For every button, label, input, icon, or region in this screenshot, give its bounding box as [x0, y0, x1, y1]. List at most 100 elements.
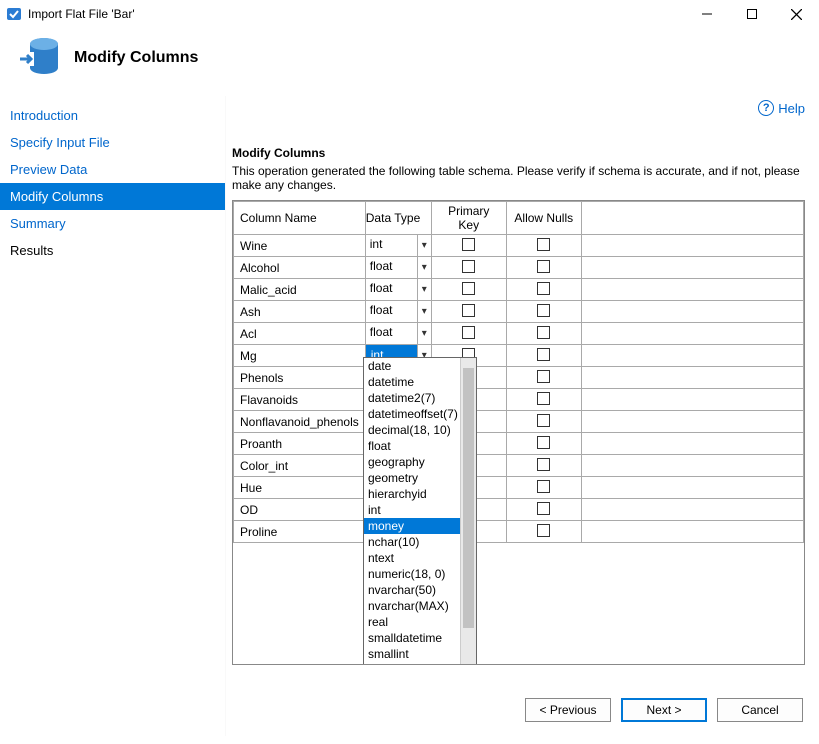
allow-nulls-checkbox[interactable] [537, 326, 550, 339]
sidebar-item-introduction[interactable]: Introduction [0, 102, 225, 129]
dropdown-option[interactable]: datetime2(7) [364, 390, 460, 406]
sidebar-item-summary[interactable]: Summary [0, 210, 225, 237]
sidebar-item-specify-input-file[interactable]: Specify Input File [0, 129, 225, 156]
allow-nulls-checkbox[interactable] [537, 238, 550, 251]
close-button[interactable] [774, 0, 819, 28]
column-name-cell[interactable]: Flavanoids [234, 389, 366, 411]
column-name-cell[interactable]: Wine [234, 235, 366, 257]
column-name-cell[interactable]: Mg [234, 345, 366, 367]
chevron-down-icon[interactable]: ▾ [417, 235, 431, 256]
allow-nulls-cell[interactable] [506, 367, 581, 389]
chevron-down-icon[interactable]: ▾ [417, 257, 431, 278]
dropdown-option[interactable]: hierarchyid [364, 486, 460, 502]
allow-nulls-cell[interactable] [506, 477, 581, 499]
data-type-combo[interactable]: float▾ [366, 323, 431, 344]
allow-nulls-checkbox[interactable] [537, 502, 550, 515]
data-type-cell[interactable]: float▾ [365, 279, 431, 301]
allow-nulls-cell[interactable] [506, 235, 581, 257]
primary-key-checkbox[interactable] [462, 238, 475, 251]
allow-nulls-checkbox[interactable] [537, 414, 550, 427]
data-type-cell[interactable]: float▾ [365, 301, 431, 323]
allow-nulls-cell[interactable] [506, 433, 581, 455]
allow-nulls-checkbox[interactable] [537, 304, 550, 317]
column-name-cell[interactable]: Nonflavanoid_phenols [234, 411, 366, 433]
allow-nulls-checkbox[interactable] [537, 458, 550, 471]
data-type-combo[interactable]: float▾ [366, 301, 431, 322]
allow-nulls-checkbox[interactable] [537, 436, 550, 449]
chevron-down-icon[interactable]: ▾ [417, 301, 431, 322]
allow-nulls-cell[interactable] [506, 345, 581, 367]
column-name-cell[interactable]: Ash [234, 301, 366, 323]
allow-nulls-checkbox[interactable] [537, 392, 550, 405]
allow-nulls-cell[interactable] [506, 499, 581, 521]
next-button[interactable]: Next > [621, 698, 707, 722]
column-name-cell[interactable]: OD [234, 499, 366, 521]
dropdown-option[interactable]: geometry [364, 470, 460, 486]
allow-nulls-cell[interactable] [506, 389, 581, 411]
previous-button[interactable]: < Previous [525, 698, 611, 722]
primary-key-checkbox[interactable] [462, 282, 475, 295]
column-name-cell[interactable]: Hue [234, 477, 366, 499]
primary-key-cell[interactable] [431, 301, 506, 323]
allow-nulls-checkbox[interactable] [537, 282, 550, 295]
dropdown-option[interactable]: smalldatetime [364, 630, 460, 646]
allow-nulls-cell[interactable] [506, 257, 581, 279]
dropdown-option[interactable]: smallint [364, 646, 460, 662]
column-name-cell[interactable]: Color_int [234, 455, 366, 477]
help-link[interactable]: ? Help [758, 100, 805, 116]
allow-nulls-checkbox[interactable] [537, 260, 550, 273]
allow-nulls-cell[interactable] [506, 521, 581, 543]
sidebar-item-preview-data[interactable]: Preview Data [0, 156, 225, 183]
column-name-cell[interactable]: Proline [234, 521, 366, 543]
allow-nulls-checkbox[interactable] [537, 348, 550, 361]
column-name-cell[interactable]: Alcohol [234, 257, 366, 279]
data-type-combo[interactable]: int▾ [366, 235, 431, 256]
dropdown-option[interactable]: datetime [364, 374, 460, 390]
dropdown-scroll-thumb[interactable] [463, 368, 474, 628]
primary-key-cell[interactable] [431, 323, 506, 345]
allow-nulls-checkbox[interactable] [537, 480, 550, 493]
column-name-cell[interactable]: Malic_acid [234, 279, 366, 301]
dropdown-option[interactable]: int [364, 502, 460, 518]
primary-key-checkbox[interactable] [462, 304, 475, 317]
dropdown-option[interactable]: nvarchar(50) [364, 582, 460, 598]
allow-nulls-cell[interactable] [506, 323, 581, 345]
allow-nulls-cell[interactable] [506, 455, 581, 477]
datatype-dropdown[interactable]: datedatetimedatetime2(7)datetimeoffset(7… [363, 357, 477, 665]
column-name-cell[interactable]: Phenols [234, 367, 366, 389]
minimize-button[interactable] [684, 0, 729, 28]
maximize-button[interactable] [729, 0, 774, 28]
cancel-button[interactable]: Cancel [717, 698, 803, 722]
dropdown-option[interactable]: float [364, 438, 460, 454]
allow-nulls-checkbox[interactable] [537, 370, 550, 383]
primary-key-checkbox[interactable] [462, 260, 475, 273]
data-type-cell[interactable]: float▾ [365, 323, 431, 345]
dropdown-option[interactable]: numeric(18, 0) [364, 566, 460, 582]
dropdown-option[interactable]: date [364, 358, 460, 374]
dropdown-option[interactable]: money [364, 518, 460, 534]
column-name-cell[interactable]: Proanth [234, 433, 366, 455]
dropdown-option[interactable]: ntext [364, 550, 460, 566]
data-type-cell[interactable]: int▾ [365, 235, 431, 257]
data-type-cell[interactable]: float▾ [365, 257, 431, 279]
chevron-down-icon[interactable]: ▾ [417, 323, 431, 344]
dropdown-option[interactable]: smallmoney [364, 662, 460, 665]
column-name-cell[interactable]: Acl [234, 323, 366, 345]
dropdown-option[interactable]: nvarchar(MAX) [364, 598, 460, 614]
primary-key-cell[interactable] [431, 235, 506, 257]
dropdown-option[interactable]: real [364, 614, 460, 630]
primary-key-checkbox[interactable] [462, 326, 475, 339]
dropdown-option[interactable]: datetimeoffset(7) [364, 406, 460, 422]
allow-nulls-cell[interactable] [506, 411, 581, 433]
data-type-combo[interactable]: float▾ [366, 279, 431, 300]
dropdown-option[interactable]: geography [364, 454, 460, 470]
chevron-down-icon[interactable]: ▾ [417, 279, 431, 300]
dropdown-scrollbar[interactable] [460, 358, 476, 665]
dropdown-option[interactable]: nchar(10) [364, 534, 460, 550]
dropdown-option[interactable]: decimal(18, 10) [364, 422, 460, 438]
allow-nulls-cell[interactable] [506, 279, 581, 301]
data-type-combo[interactable]: float▾ [366, 257, 431, 278]
allow-nulls-cell[interactable] [506, 301, 581, 323]
primary-key-cell[interactable] [431, 257, 506, 279]
allow-nulls-checkbox[interactable] [537, 524, 550, 537]
